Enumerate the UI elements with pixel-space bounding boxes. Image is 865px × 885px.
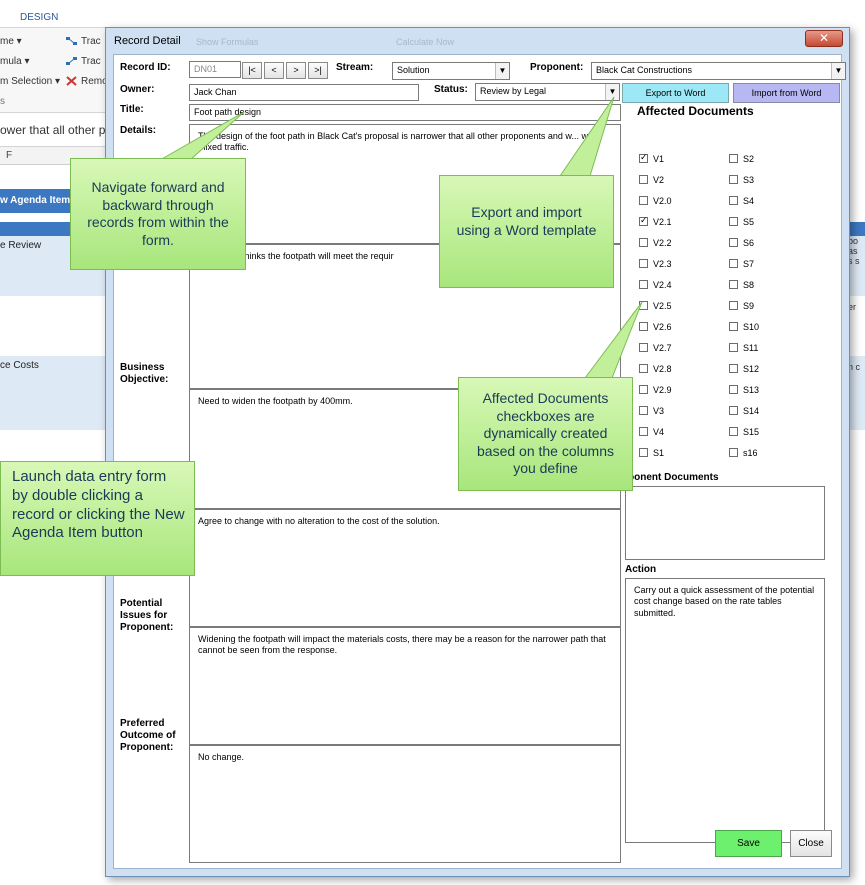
affected-documents-callout: Affected Documents checkboxes are dynami… <box>458 377 633 491</box>
callout-pointers <box>158 96 643 379</box>
navigate-callout: Navigate forward and backward through re… <box>70 158 246 270</box>
launch-form-callout: Launch data entry form by double clickin… <box>0 461 195 576</box>
export-import-callout: Export and import using a Word template <box>439 175 614 288</box>
